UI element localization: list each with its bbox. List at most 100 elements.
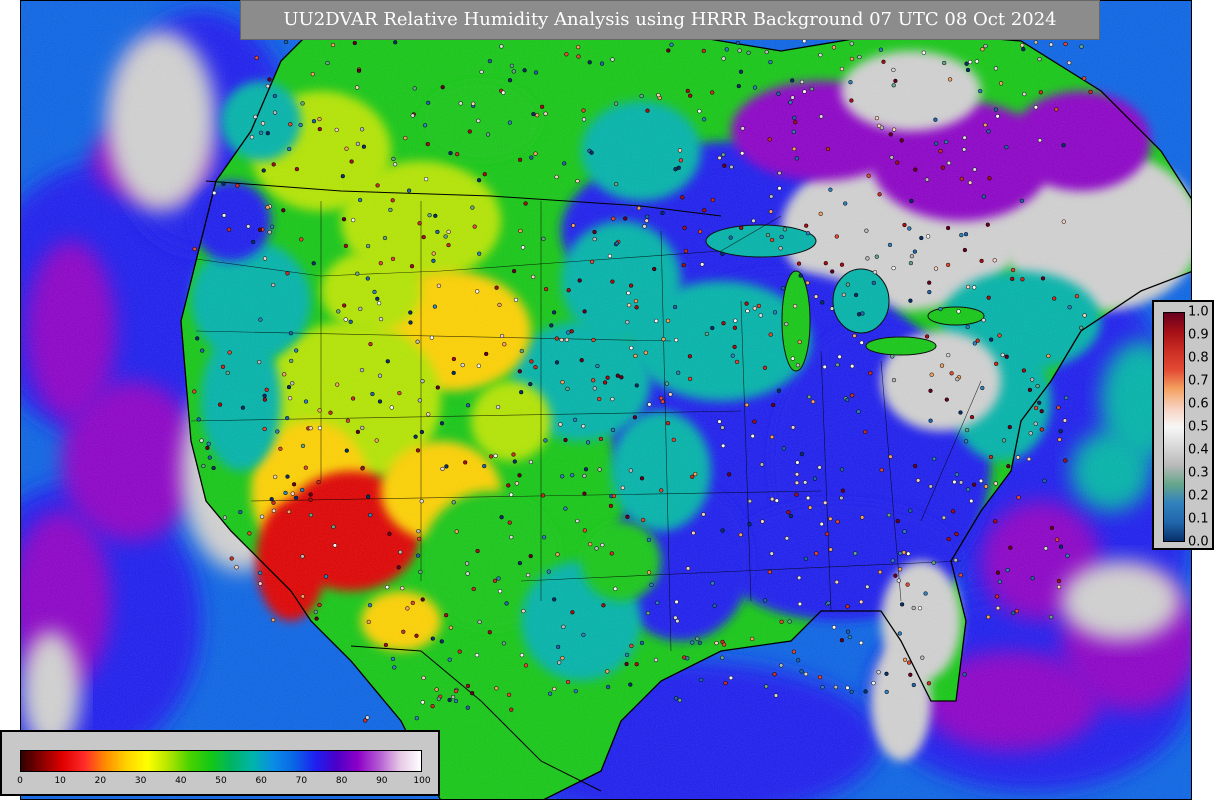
station-marker [465,403,471,408]
station-marker [196,417,201,422]
station-marker [807,394,812,400]
station-marker [1033,421,1038,426]
station-marker [797,339,802,345]
station-marker [720,655,725,660]
station-marker [303,465,308,470]
station-marker [564,337,570,342]
station-marker [271,282,276,288]
rh-colorbar [20,750,422,772]
station-marker [446,229,451,234]
station-marker [262,426,267,432]
station-marker [435,229,440,235]
station-marker [614,181,619,187]
station-marker [769,551,774,556]
station-marker [831,625,837,630]
station-marker [833,684,838,690]
station-marker [357,197,363,203]
station-marker [470,691,475,696]
station-marker [920,655,925,660]
station-marker [551,310,557,315]
station-marker [779,234,784,240]
station-marker [378,261,383,266]
station-marker [669,42,674,47]
station-marker [552,597,557,602]
station-marker [265,131,270,136]
station-marker [495,404,501,410]
station-marker [286,384,292,390]
station-marker [962,247,968,253]
station-marker [600,542,605,548]
station-marker [774,498,779,503]
station-marker [420,700,425,705]
station-marker [1033,405,1039,411]
station-marker [781,446,787,451]
station-marker [605,669,610,674]
station-marker [868,371,873,376]
station-marker [890,558,895,563]
station-marker [317,408,322,413]
station-marker [549,323,554,328]
station-marker [945,262,951,268]
station-marker [959,176,964,182]
station-marker [332,543,338,548]
station-marker [358,306,363,312]
station-marker [317,425,323,431]
station-marker [641,517,646,523]
station-marker [560,656,565,661]
station-marker [678,158,684,163]
station-marker [752,85,758,90]
station-marker [908,508,913,513]
station-marker [359,367,365,373]
station-marker [907,226,912,231]
station-marker [629,345,634,351]
station-marker [581,117,587,122]
station-marker [893,573,898,578]
station-marker [482,463,487,469]
station-marker [334,127,339,133]
station-marker [589,150,594,155]
station-marker [972,285,977,290]
station-marker [598,436,604,442]
station-marker [554,360,560,365]
station-marker [994,361,999,366]
station-marker [275,429,280,434]
station-marker [845,282,851,287]
station-marker [1037,57,1042,62]
station-marker [944,397,949,402]
station-marker [453,698,459,704]
station-marker [758,313,763,318]
station-marker [958,410,963,415]
station-marker [343,243,349,249]
rh-colorbar-tick: 60 [255,776,267,786]
rh-analysis-map [20,0,1192,800]
station-marker [1035,383,1040,389]
station-marker [519,653,525,658]
station-marker [609,551,614,556]
station-marker [1079,44,1084,49]
station-marker [856,312,862,317]
station-marker [341,217,347,222]
station-marker [273,474,278,480]
station-marker [1038,90,1043,95]
station-marker [661,337,666,342]
station-marker [826,600,831,606]
rh-colorbar-tick: 40 [175,776,187,786]
station-marker [747,499,753,504]
station-marker [432,304,438,309]
rh-colorbar-tick: 0 [17,776,23,786]
station-marker [240,405,246,410]
station-marker [876,123,882,128]
station-marker [269,497,274,502]
station-marker [1039,427,1044,432]
station-marker [853,551,858,556]
station-marker [850,393,855,398]
station-marker [448,150,453,156]
station-marker [981,318,986,323]
station-marker [414,716,419,721]
station-marker [509,63,515,68]
station-marker [986,614,991,620]
station-marker [355,141,361,147]
station-marker [317,126,322,132]
station-marker [343,317,348,322]
rh-colorbar-legend: 0 10 20 30 40 50 60 70 80 90 100 [0,730,440,796]
